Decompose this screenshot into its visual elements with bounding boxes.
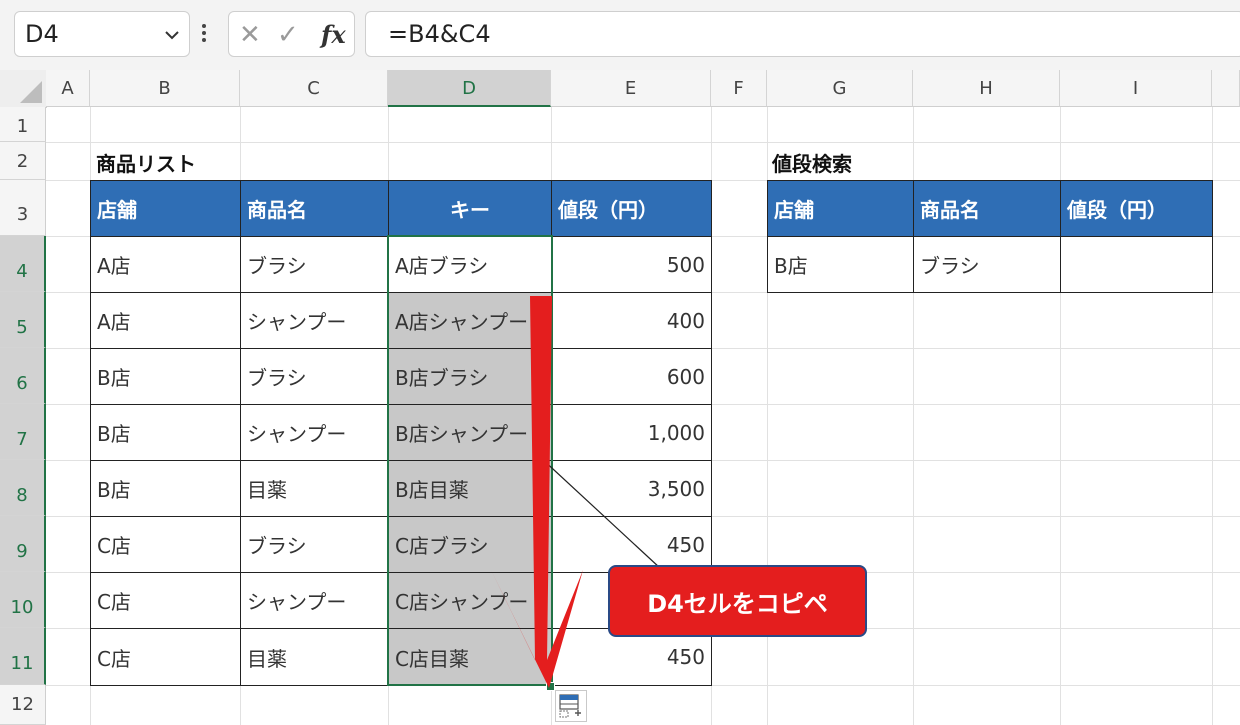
- table-cell[interactable]: ブラシ: [240, 236, 389, 293]
- table-cell[interactable]: C店目薬: [388, 628, 552, 686]
- header-key[interactable]: キー: [388, 180, 552, 237]
- row-header-12[interactable]: 12: [0, 685, 46, 725]
- name-box-value[interactable]: D4: [25, 20, 59, 48]
- table-cell[interactable]: 600: [551, 348, 712, 405]
- gridline: [46, 142, 1240, 143]
- table-cell[interactable]: A店: [90, 292, 241, 349]
- column-header-d[interactable]: D: [388, 70, 551, 107]
- lookup-header-price[interactable]: 値段（円）: [1060, 180, 1213, 237]
- row-header-4[interactable]: 4: [0, 236, 46, 292]
- row-header-8[interactable]: 8: [0, 460, 46, 516]
- column-header-c[interactable]: C: [240, 70, 388, 107]
- right-table-title: 値段検索: [772, 152, 852, 176]
- table-cell[interactable]: 500: [551, 236, 712, 293]
- lookup-header-store[interactable]: 店舗: [767, 180, 914, 237]
- lookup-cell-price[interactable]: [1060, 236, 1213, 293]
- enter-icon[interactable]: ✓: [277, 12, 299, 58]
- column-header-g[interactable]: G: [767, 70, 913, 107]
- table-cell[interactable]: C店ブラシ: [388, 516, 552, 573]
- header-store[interactable]: 店舗: [90, 180, 241, 237]
- header-product[interactable]: 商品名: [240, 180, 389, 237]
- formula-text[interactable]: =B4&C4: [388, 20, 491, 48]
- table-cell[interactable]: B店ブラシ: [388, 348, 552, 405]
- table-cell[interactable]: 1,000: [551, 404, 712, 461]
- row-header-6[interactable]: 6: [0, 348, 46, 404]
- callout-text: D4セルをコピペ: [647, 589, 828, 618]
- table-cell[interactable]: ブラシ: [240, 516, 389, 573]
- row-header-2[interactable]: 2: [0, 142, 46, 180]
- row-header-11[interactable]: 11: [0, 628, 46, 685]
- column-header-next[interactable]: [1212, 70, 1240, 107]
- lookup-cell-store[interactable]: B店: [767, 236, 914, 293]
- table-cell[interactable]: C店シャンプー: [388, 572, 552, 629]
- lookup-header-product[interactable]: 商品名: [913, 180, 1061, 237]
- row-header-10[interactable]: 10: [0, 572, 46, 628]
- column-header-f[interactable]: F: [711, 70, 767, 107]
- function-icon[interactable]: fx: [321, 12, 346, 58]
- table-cell[interactable]: 3,500: [551, 460, 712, 517]
- table-cell[interactable]: 目薬: [240, 628, 389, 686]
- table-cell[interactable]: B店: [90, 460, 241, 517]
- table-cell[interactable]: A店ブラシ: [388, 236, 552, 293]
- table-cell[interactable]: B店シャンプー: [388, 404, 552, 461]
- chevron-down-icon[interactable]: [161, 24, 183, 46]
- table-cell[interactable]: 400: [551, 292, 712, 349]
- table-cell[interactable]: A店シャンプー: [388, 292, 552, 349]
- lookup-cell-product[interactable]: ブラシ: [913, 236, 1061, 293]
- formula-input[interactable]: =B4&C4: [365, 11, 1240, 57]
- fill-handle[interactable]: [546, 682, 555, 691]
- left-table-title: 商品リスト: [96, 152, 196, 176]
- paste-options-icon[interactable]: [555, 690, 587, 722]
- table-cell[interactable]: C店: [90, 572, 241, 629]
- table-cell[interactable]: B店目薬: [388, 460, 552, 517]
- table-cell[interactable]: シャンプー: [240, 404, 389, 461]
- table-cell[interactable]: C店: [90, 516, 241, 573]
- table-cell[interactable]: 目薬: [240, 460, 389, 517]
- select-all-icon[interactable]: [0, 70, 47, 108]
- header-price[interactable]: 値段（円）: [551, 180, 712, 237]
- cancel-icon[interactable]: ✕: [239, 12, 261, 58]
- formula-buttons: ✕ ✓ fx: [228, 11, 355, 57]
- column-header-b[interactable]: B: [90, 70, 240, 107]
- table-cell[interactable]: B店: [90, 404, 241, 461]
- column-header-h[interactable]: H: [913, 70, 1060, 107]
- table-cell[interactable]: ブラシ: [240, 348, 389, 405]
- row-header-5[interactable]: 5: [0, 292, 46, 348]
- more-vertical-icon[interactable]: [201, 24, 207, 46]
- row-header-1[interactable]: 1: [0, 107, 46, 142]
- callout-box: D4セルをコピペ: [608, 565, 867, 637]
- column-header-i[interactable]: I: [1060, 70, 1212, 107]
- table-cell[interactable]: シャンプー: [240, 572, 389, 629]
- table-cell[interactable]: シャンプー: [240, 292, 389, 349]
- table-cell[interactable]: A店: [90, 236, 241, 293]
- column-header-a[interactable]: A: [46, 70, 90, 107]
- name-box[interactable]: D4: [14, 11, 190, 57]
- column-header-e[interactable]: E: [551, 70, 711, 107]
- formula-bar: D4 ✕ ✓ fx =B4&C4: [0, 0, 1240, 71]
- table-cell[interactable]: C店: [90, 628, 241, 686]
- row-header-7[interactable]: 7: [0, 404, 46, 460]
- row-header-9[interactable]: 9: [0, 516, 46, 572]
- row-header-3[interactable]: 3: [0, 180, 46, 236]
- table-cell[interactable]: B店: [90, 348, 241, 405]
